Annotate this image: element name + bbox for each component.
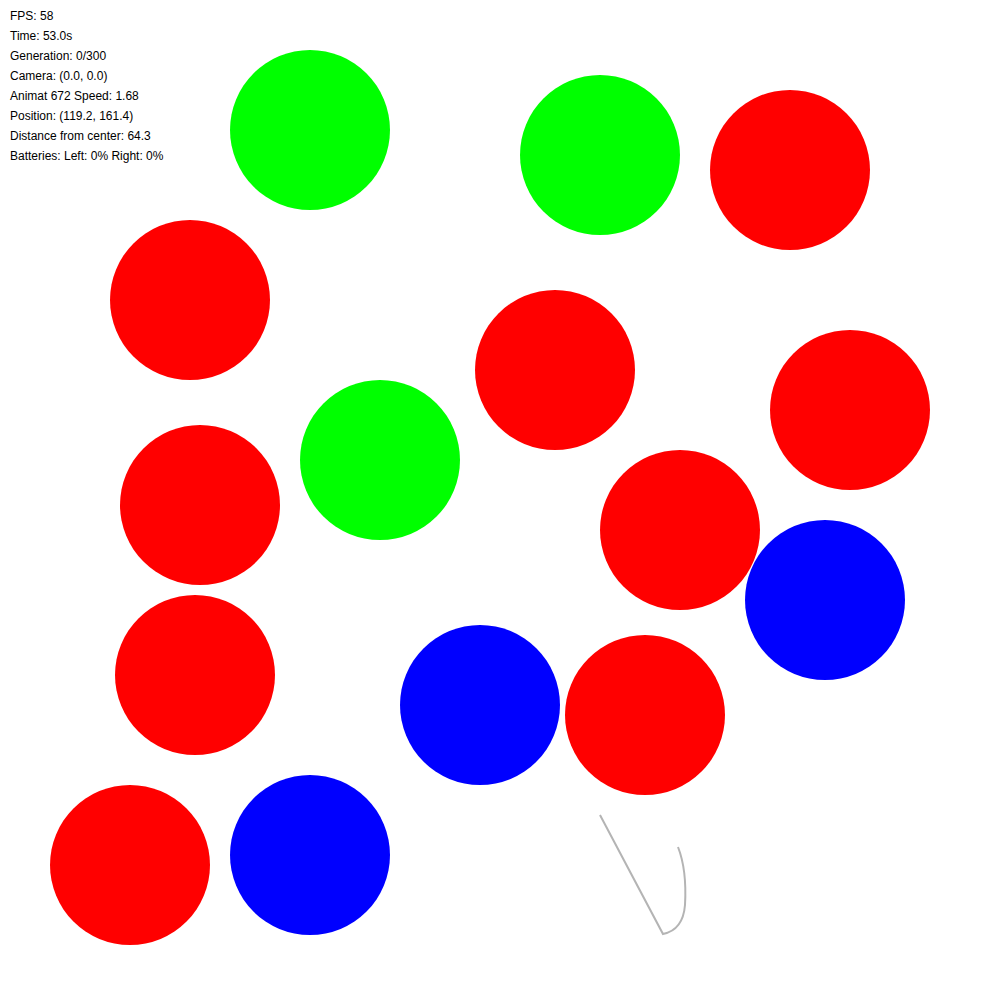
world-object <box>745 520 905 680</box>
world-object <box>50 785 210 945</box>
hud-line: Distance from center: 64.3 <box>10 126 163 146</box>
world-object <box>770 330 930 490</box>
hud-line: Position: (119.2, 161.4) <box>10 106 163 126</box>
world-object <box>230 775 390 935</box>
hud-panel: FPS: 58Time: 53.0sGeneration: 0/300Camer… <box>10 6 163 166</box>
hud-line: Batteries: Left: 0% Right: 0% <box>10 146 163 166</box>
world-object <box>115 595 275 755</box>
world-object <box>400 625 560 785</box>
simulation-world: FPS: 58Time: 53.0sGeneration: 0/300Camer… <box>0 0 1000 1000</box>
world-object <box>600 450 760 610</box>
world-object <box>520 75 680 235</box>
world-object <box>230 50 390 210</box>
world-object <box>710 90 870 250</box>
world-object <box>110 220 270 380</box>
hud-line: Time: 53.0s <box>10 26 163 46</box>
world-object <box>120 425 280 585</box>
hud-line: Generation: 0/300 <box>10 46 163 66</box>
hud-line: FPS: 58 <box>10 6 163 26</box>
world-object <box>300 380 460 540</box>
world-object <box>475 290 635 450</box>
hud-line: Camera: (0.0, 0.0) <box>10 66 163 86</box>
world-object <box>565 635 725 795</box>
hud-line: Animat 672 Speed: 1.68 <box>10 86 163 106</box>
